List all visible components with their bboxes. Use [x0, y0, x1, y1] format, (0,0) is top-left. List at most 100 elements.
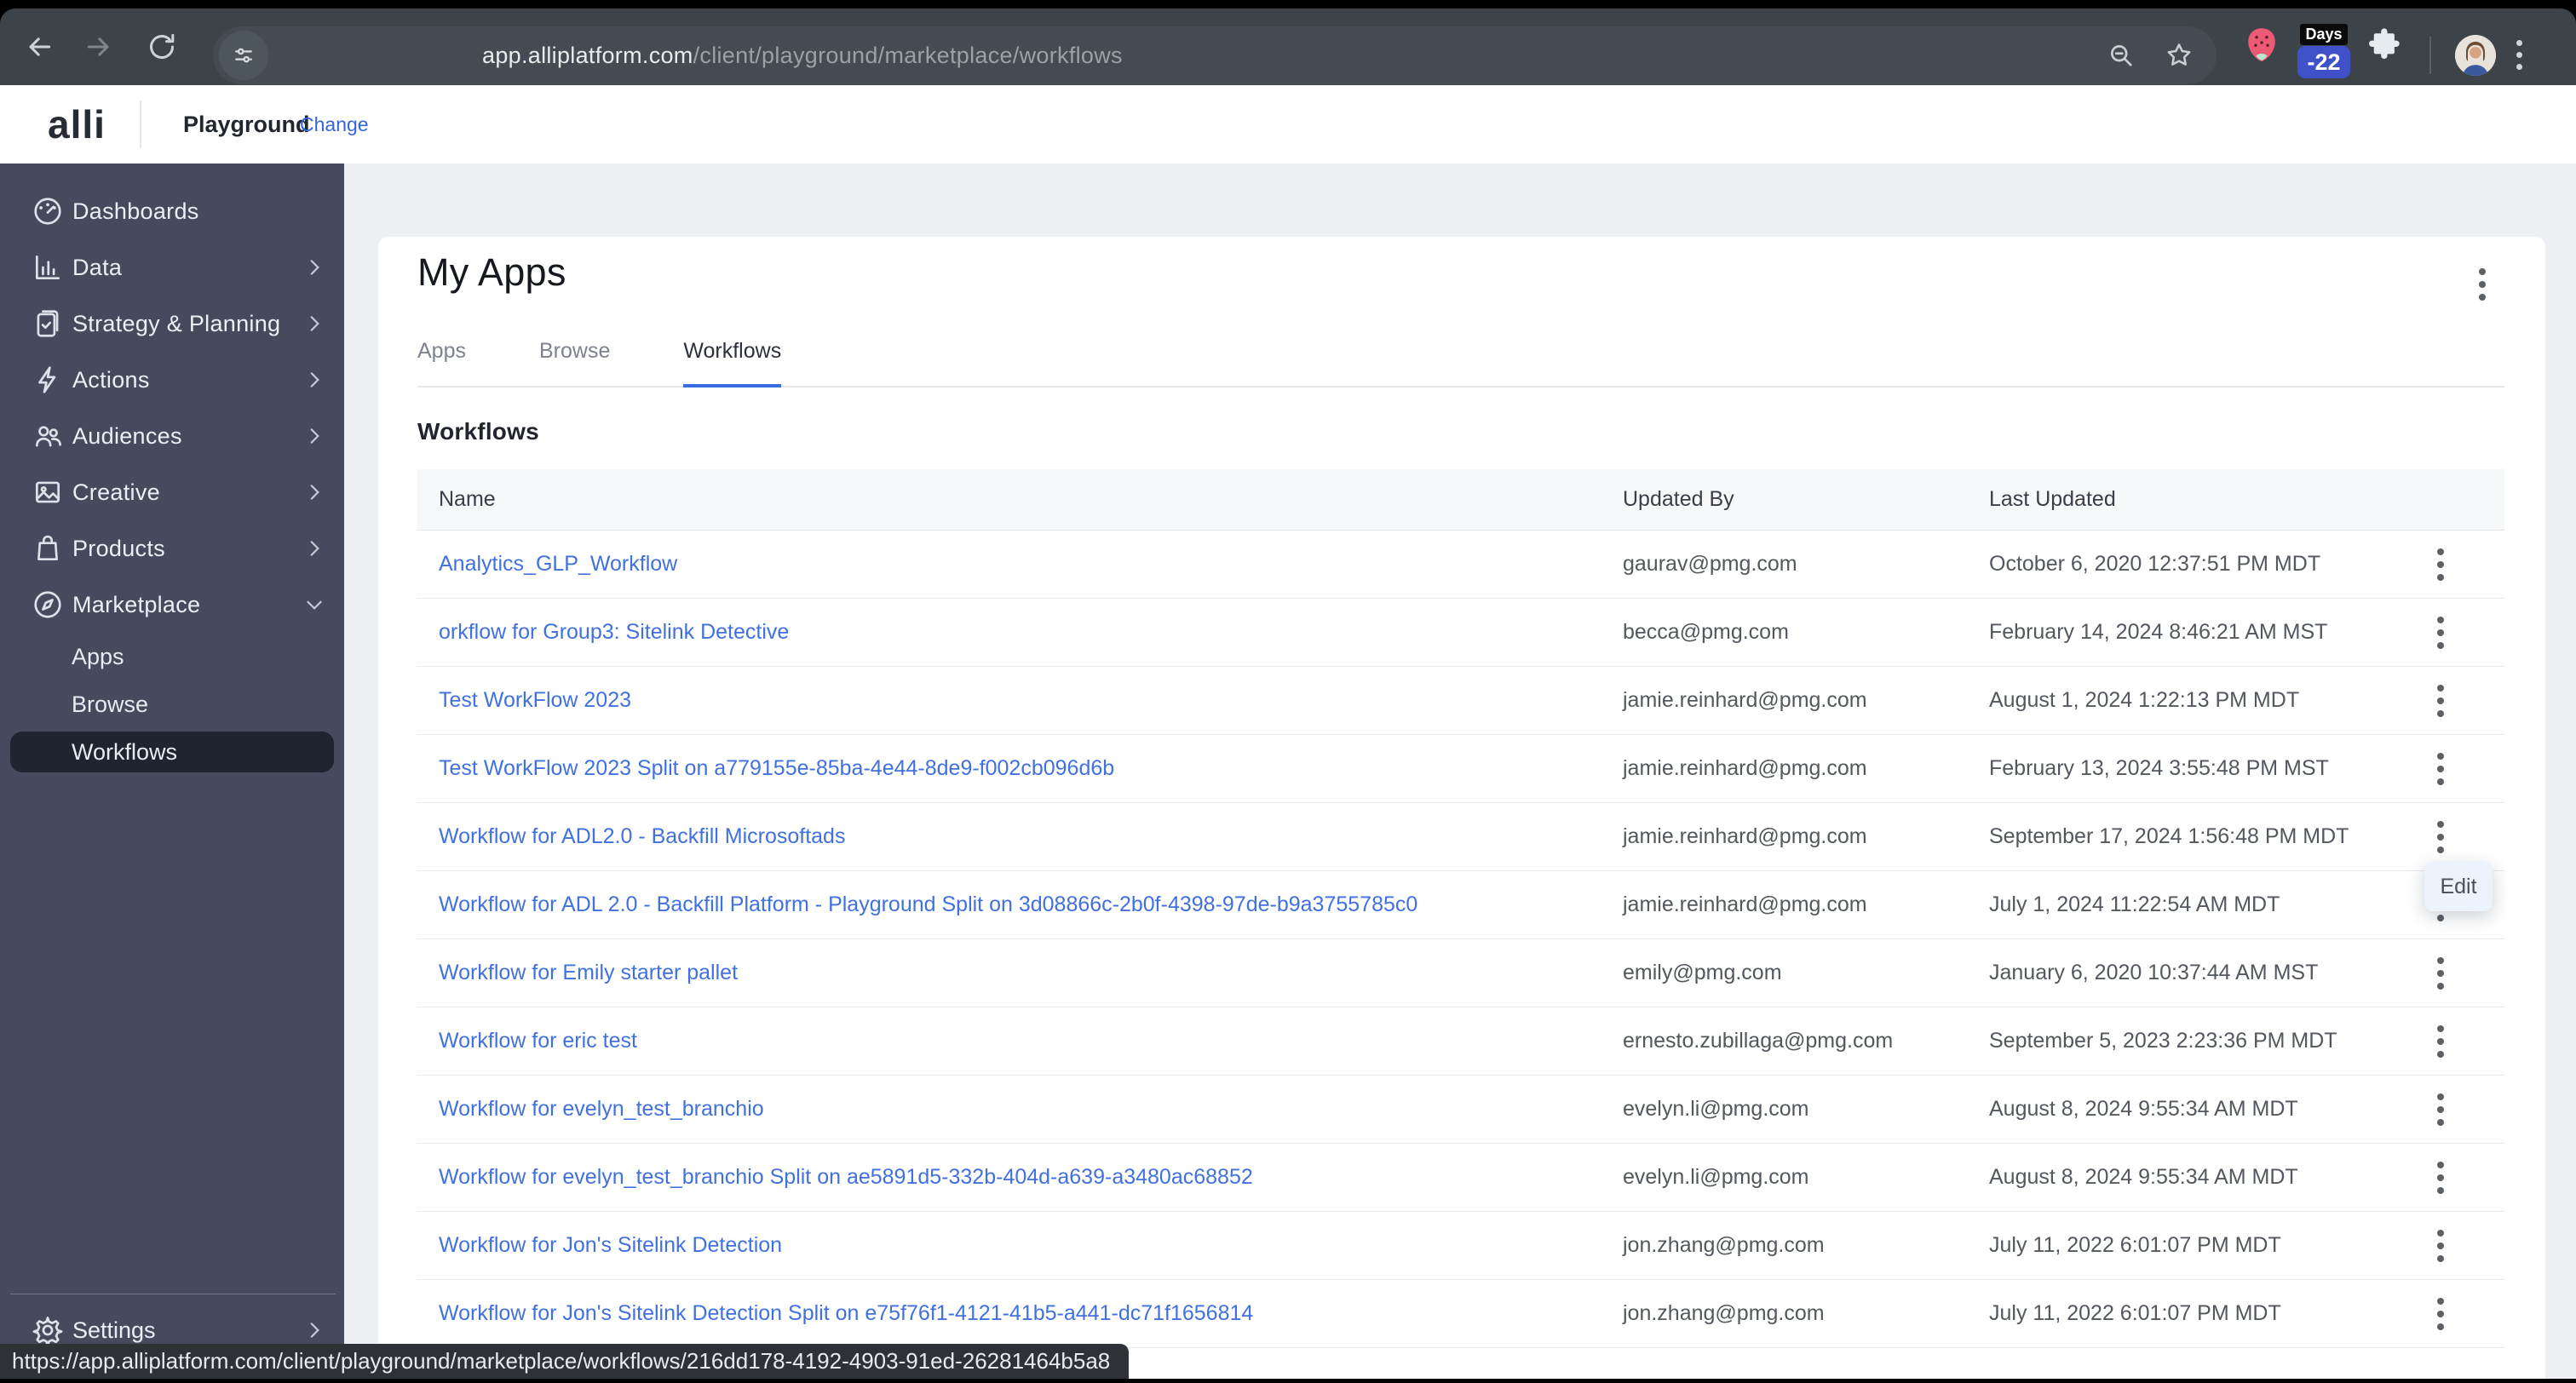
workflow-link[interactable]: Workflow for ADL2.0 - Backfill Microsoft… [417, 824, 1601, 849]
clipboard-icon [31, 307, 65, 341]
sidebar-item-dashboards[interactable]: Dashboards [0, 183, 344, 239]
bag-icon [31, 531, 65, 565]
extensions-puzzle-icon[interactable] [2366, 27, 2402, 67]
last-updated-cell: July 11, 2022 6:01:07 PM MDT [1989, 1301, 2281, 1325]
workflow-link[interactable]: Workflow for evelyn_test_branchio [417, 1097, 1601, 1122]
table-row: orkflow for Group3: Sitelink Detective b… [417, 599, 2504, 667]
last-updated-cell: October 6, 2020 12:37:51 PM MDT [1989, 552, 2321, 576]
url-bar[interactable]: app.alliplatform.com/client/playground/m… [213, 26, 2217, 84]
tab-apps[interactable]: Apps [417, 339, 466, 386]
workflow-link[interactable]: Workflow for Emily starter pallet [417, 961, 1601, 985]
tab-browse[interactable]: Browse [539, 339, 610, 386]
row-menu-icon[interactable] [2429, 825, 2452, 849]
row-menu-icon[interactable] [2429, 553, 2452, 577]
workflow-link[interactable]: orkflow for Group3: Sitelink Detective [417, 620, 1601, 645]
forward-arrow-icon [87, 37, 109, 56]
browser-menu-icon[interactable] [2516, 52, 2522, 58]
table-row: Workflow for evelyn_test_branchio Split … [417, 1144, 2504, 1212]
row-menu-icon[interactable] [2429, 1166, 2452, 1190]
workflow-link[interactable]: Workflow for eric test [417, 1029, 1601, 1053]
updated-by-cell: jamie.reinhard@pmg.com [1623, 892, 1867, 916]
bookmark-star-icon[interactable] [2164, 40, 2194, 71]
workflow-link[interactable]: Test WorkFlow 2023 Split on a779155e-85b… [417, 756, 1601, 781]
updated-by-cell: jamie.reinhard@pmg.com [1623, 688, 1867, 712]
table-row: Analytics_GLP_Workflow gaurav@pmg.com Oc… [417, 531, 2504, 599]
row-context-menu-edit[interactable]: Edit [2424, 862, 2493, 911]
browser-profile-avatar[interactable] [2455, 35, 2496, 76]
row-menu-icon[interactable] [2429, 757, 2452, 781]
reload-icon [150, 33, 175, 59]
image-icon [31, 475, 65, 509]
sidebar-item-audiences[interactable]: Audiences [0, 408, 344, 464]
updated-by-cell: becca@pmg.com [1623, 620, 1789, 644]
sidebar-item-strategy-planning[interactable]: Strategy & Planning [0, 296, 344, 352]
chevron-down-icon [307, 600, 322, 610]
browser-back-button[interactable] [22, 30, 56, 64]
days-extension-value: -22 [2297, 46, 2350, 78]
strawberry-extension-icon[interactable] [2244, 26, 2280, 69]
sidebar-item-marketplace-apps[interactable]: Apps [0, 633, 344, 680]
sidebar-item-marketplace[interactable]: Marketplace [0, 577, 344, 633]
main-content: My Apps Apps Browse Workflows Workflows … [344, 164, 2576, 1379]
updated-by-cell: jon.zhang@pmg.com [1623, 1233, 1825, 1257]
section-title: Workflows [417, 418, 539, 445]
row-menu-icon[interactable] [2429, 1234, 2452, 1258]
workflow-link[interactable]: Workflow for Jon's Sitelink Detection [417, 1233, 1601, 1258]
column-header-name: Name [439, 487, 496, 511]
browser-toolbar: app.alliplatform.com/client/playground/m… [0, 9, 2576, 85]
gear-icon [31, 1313, 65, 1347]
table-row: Test WorkFlow 2023 Split on a779155e-85b… [417, 735, 2504, 803]
sidebar-item-products[interactable]: Products [0, 520, 344, 577]
sidebar-item-creative[interactable]: Creative [0, 464, 344, 520]
card-menu-icon[interactable] [2479, 281, 2486, 288]
sidebar-item-marketplace-workflows[interactable]: Workflows [10, 732, 334, 772]
chevron-right-icon [310, 260, 319, 275]
client-name: Playground [183, 112, 310, 137]
row-menu-icon[interactable] [2429, 1302, 2452, 1326]
updated-by-cell: ernesto.zubillaga@pmg.com [1623, 1029, 1894, 1053]
row-menu-icon[interactable] [2429, 689, 2452, 713]
table-row: Workflow for evelyn_test_branchio evelyn… [417, 1076, 2504, 1144]
bolt-icon [31, 363, 65, 397]
sidebar-item-actions[interactable]: Actions [0, 352, 344, 408]
compass-icon [31, 588, 65, 622]
row-menu-icon[interactable] [2429, 1098, 2452, 1122]
workflow-link[interactable]: Workflow for evelyn_test_branchio Split … [417, 1165, 1601, 1190]
sidebar-item-data[interactable]: Data [0, 239, 344, 296]
last-updated-cell: August 8, 2024 9:55:34 AM MDT [1989, 1097, 2298, 1121]
table-row: Workflow for eric test ernesto.zubillaga… [417, 1007, 2504, 1076]
zoom-out-icon[interactable] [2106, 40, 2136, 71]
last-updated-cell: January 6, 2020 10:37:44 AM MST [1989, 961, 2319, 984]
column-header-updated-by: Updated By [1623, 487, 1734, 511]
users-icon [31, 419, 65, 453]
header-divider [140, 100, 141, 148]
chevron-right-icon [310, 316, 319, 331]
browser-reload-button[interactable] [145, 30, 179, 64]
last-updated-cell: September 17, 2024 1:56:48 PM MDT [1989, 824, 2349, 848]
workflow-link[interactable]: Workflow for Jon's Sitelink Detection Sp… [417, 1301, 1601, 1326]
updated-by-cell: emily@pmg.com [1623, 961, 1782, 984]
workflow-link[interactable]: Analytics_GLP_Workflow [417, 552, 1601, 577]
table-row: Workflow for ADL2.0 - Backfill Microsoft… [417, 803, 2504, 871]
workflow-link[interactable]: Workflow for ADL 2.0 - Backfill Platform… [417, 892, 1601, 917]
page-title: My Apps [417, 250, 566, 294]
url-text: app.alliplatform.com/client/playground/m… [482, 26, 1123, 84]
row-menu-icon[interactable] [2429, 621, 2452, 645]
change-client-link[interactable]: Change [300, 85, 369, 164]
updated-by-cell: evelyn.li@pmg.com [1623, 1097, 1809, 1121]
alli-logo: alli [48, 102, 106, 146]
updated-by-cell: gaurav@pmg.com [1623, 552, 1797, 576]
bar-chart-icon [31, 250, 65, 284]
workflows-table: Name Updated By Last Updated Analytics_G… [417, 469, 2504, 1348]
workflow-link[interactable]: Test WorkFlow 2023 [417, 688, 1601, 713]
days-extension-label: Days [2300, 24, 2348, 45]
browser-forward-button[interactable] [82, 30, 116, 64]
tab-workflows[interactable]: Workflows [683, 339, 782, 387]
table-header: Name Updated By Last Updated [417, 469, 2504, 531]
days-extension-badge[interactable]: Days -22 [2297, 24, 2350, 78]
site-controls-icon[interactable] [219, 31, 268, 80]
link-preview-status-bar: https://app.alliplatform.com/client/play… [0, 1344, 1130, 1379]
row-menu-icon[interactable] [2429, 1030, 2452, 1053]
sidebar-item-marketplace-browse[interactable]: Browse [0, 680, 344, 728]
row-menu-icon[interactable] [2429, 961, 2452, 985]
